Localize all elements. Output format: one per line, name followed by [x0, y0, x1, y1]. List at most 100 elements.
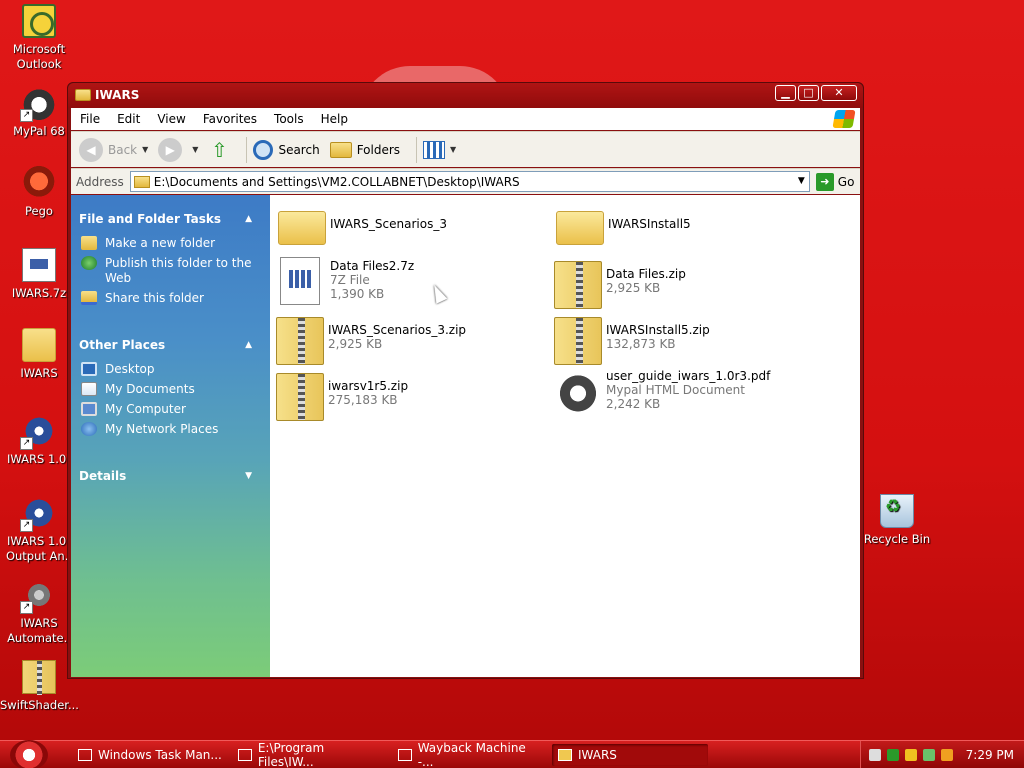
zip-icon: [276, 373, 324, 421]
mypal-icon: [20, 86, 56, 122]
address-bar: Address E:\Documents and Settings\VM2.CO…: [71, 168, 860, 194]
clock[interactable]: 7:29 PM: [966, 748, 1014, 762]
other-place-my-documents[interactable]: My Documents: [71, 382, 270, 397]
task-manager-icon: [78, 749, 92, 761]
section-title: File and Folder Tasks: [79, 212, 222, 226]
menu-file[interactable]: File: [71, 112, 108, 126]
other-place-desktop[interactable]: Desktop: [71, 362, 270, 377]
collapse-icon[interactable]: ▲: [245, 336, 252, 354]
my-documents-icon: [81, 382, 97, 396]
menu-help[interactable]: Help: [312, 112, 356, 126]
up-button[interactable]: ⇧: [208, 139, 230, 161]
green-tray-icon[interactable]: [887, 749, 899, 761]
file-name: user_guide_iwars_1.0r3.pdf: [606, 369, 771, 383]
task-iwars[interactable]: IWARS: [552, 744, 708, 766]
chevron-down-icon: ▼: [450, 145, 457, 154]
address-label: Address: [76, 174, 124, 189]
other-places-header[interactable]: Other Places ▲: [71, 336, 270, 354]
folder-icon: [22, 328, 56, 362]
publish-folder-link[interactable]: Publish this folder to the Web: [71, 256, 270, 286]
network-places-icon: [81, 422, 97, 436]
link-label: Desktop: [105, 362, 155, 376]
address-value: E:\Documents and Settings\VM2.COLLABNET\…: [153, 174, 520, 189]
maximize-button[interactable]: □: [798, 85, 819, 101]
make-new-folder-link[interactable]: Make a new folder: [71, 236, 270, 251]
address-input[interactable]: E:\Documents and Settings\VM2.COLLABNET\…: [129, 171, 810, 192]
go-arrow-icon: ➜: [815, 172, 834, 191]
folders-label: Folders: [356, 142, 401, 157]
zip-icon: [22, 660, 56, 695]
minimize-button[interactable]: ▁: [775, 85, 796, 101]
keyboard-icon[interactable]: [869, 749, 881, 761]
file-size: 2,925 KB: [606, 281, 661, 295]
file-name: iwarsv1r5.zip: [328, 379, 409, 393]
iwars-icon: [20, 496, 56, 532]
shield-icon[interactable]: [905, 749, 917, 761]
new-folder-icon: [81, 236, 97, 250]
file-size: 132,873 KB: [606, 337, 676, 351]
file-size: 1,390 KB: [330, 287, 385, 301]
file-folder-tasks-header[interactable]: File and Folder Tasks ▲: [71, 210, 270, 228]
file-item[interactable]: IWARSInstall5.zip 132,873 KB: [554, 317, 710, 365]
file-size: 2,925 KB: [328, 337, 383, 351]
task-wayback-machine[interactable]: Wayback Machine -...: [392, 741, 542, 768]
file-type: 7Z File: [330, 273, 370, 287]
start-button[interactable]: [10, 740, 48, 768]
task-label: IWARS: [578, 748, 617, 762]
file-name: IWARS_Scenarios_3: [330, 217, 447, 231]
file-item[interactable]: user_guide_iwars_1.0r3.pdf Mypal HTML Do…: [554, 367, 770, 415]
collapse-icon[interactable]: ▲: [245, 210, 252, 228]
file-name: IWARS_Scenarios_3.zip: [328, 323, 467, 337]
menu-edit[interactable]: Edit: [108, 112, 148, 126]
taskbar: Windows Task Man... E:\Program Files\IW.…: [0, 740, 1024, 768]
file-item[interactable]: IWARS_Scenarios_3.zip 2,925 KB: [276, 317, 466, 365]
windows-logo-icon: [832, 110, 856, 128]
task-program-files[interactable]: E:\Program Files\IW...: [232, 741, 382, 768]
section-title: Other Places: [79, 338, 166, 352]
zip-icon: [554, 261, 602, 309]
task-task-manager[interactable]: Windows Task Man...: [72, 744, 222, 766]
details-header[interactable]: Details ▼: [71, 467, 270, 485]
other-place-network[interactable]: My Network Places: [71, 422, 270, 437]
title-bar[interactable]: IWARS ▁ □ ✕: [68, 83, 863, 108]
desktop-icon-outlook[interactable]: Microsoft Outlook: [0, 4, 78, 72]
back-arrow-icon: ◀: [79, 137, 103, 162]
expand-icon[interactable]: ▼: [245, 467, 252, 485]
folder-icon: [278, 211, 326, 245]
zip-icon: [554, 317, 602, 365]
back-button[interactable]: ◀ Back ▼: [79, 137, 148, 162]
folders-button[interactable]: Folders: [329, 141, 401, 158]
close-button[interactable]: ✕: [821, 85, 857, 101]
link-label: My Documents: [105, 382, 195, 396]
file-item[interactable]: Data Files2.7z 7Z File 1,390 KB: [280, 257, 414, 305]
chevron-down-icon[interactable]: ▼: [192, 145, 198, 154]
search-button[interactable]: Search: [253, 139, 320, 160]
file-item[interactable]: iwarsv1r5.zip 275,183 KB: [276, 373, 408, 421]
link-label: Share this folder: [105, 291, 204, 305]
other-place-my-computer[interactable]: My Computer: [71, 402, 270, 417]
menu-tools[interactable]: Tools: [265, 112, 312, 126]
task-label: Wayback Machine -...: [417, 741, 526, 768]
go-button[interactable]: ➜ Go: [815, 172, 854, 191]
zip-icon: [276, 317, 324, 365]
file-item[interactable]: Data Files.zip 2,925 KB: [554, 261, 686, 309]
desktop-icon-recycle-bin[interactable]: Recycle Bin: [858, 494, 936, 547]
network-icon[interactable]: [923, 749, 935, 761]
forward-button[interactable]: ▶ ▼: [158, 137, 198, 162]
link-label: My Computer: [105, 402, 186, 416]
back-label: Back: [108, 142, 138, 157]
chevron-down-icon[interactable]: ▼: [798, 176, 805, 186]
chevron-down-icon[interactable]: ▼: [142, 145, 148, 154]
file-item[interactable]: IWARS_Scenarios_3: [278, 203, 447, 245]
file-type: Mypal HTML Document: [606, 383, 745, 397]
search-icon: [253, 139, 274, 160]
file-item[interactable]: IWARSInstall5: [556, 203, 691, 245]
views-button[interactable]: ▼: [423, 140, 457, 159]
link-label: Publish this folder to the Web: [105, 256, 252, 285]
search-icon[interactable]: [941, 749, 953, 761]
menu-view[interactable]: View: [148, 112, 193, 126]
share-folder-link[interactable]: Share this folder: [71, 291, 270, 306]
file-name: IWARSInstall5.zip: [606, 323, 710, 337]
menu-favorites[interactable]: Favorites: [194, 112, 265, 126]
folder-up-icon: ⇧: [211, 137, 228, 162]
